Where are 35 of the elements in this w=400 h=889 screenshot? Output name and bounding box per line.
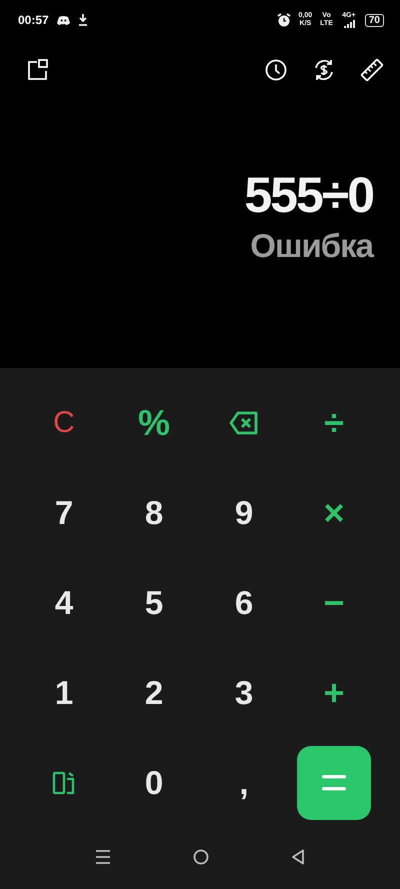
digit-key[interactable]: 0 bbox=[136, 760, 172, 806]
equals-icon bbox=[321, 774, 347, 792]
operator-key[interactable]: ÷ bbox=[316, 398, 352, 448]
back-icon[interactable] bbox=[291, 848, 305, 864]
backspace-icon bbox=[229, 410, 259, 436]
digit-key[interactable]: 8 bbox=[136, 490, 172, 536]
history-icon[interactable] bbox=[264, 58, 288, 82]
chat-app-icon bbox=[56, 15, 70, 25]
result-text: Ошибка bbox=[250, 226, 373, 266]
window-icon[interactable] bbox=[26, 58, 50, 82]
digit-key[interactable]: 2 bbox=[136, 670, 172, 716]
clear-key[interactable]: C bbox=[45, 402, 83, 444]
home-icon[interactable] bbox=[193, 848, 209, 864]
digit-key[interactable]: 1 bbox=[46, 670, 82, 716]
operator-key[interactable]: − bbox=[315, 578, 353, 628]
ruler-icon[interactable] bbox=[360, 58, 384, 82]
menu-icon[interactable] bbox=[95, 848, 111, 864]
battery-level: 70 bbox=[364, 14, 384, 26]
digit-key[interactable]: 6 bbox=[226, 580, 262, 626]
digit-key[interactable]: 5 bbox=[136, 580, 172, 626]
operator-key[interactable]: + bbox=[315, 668, 353, 718]
alarm-icon bbox=[276, 13, 291, 27]
digit-key[interactable]: 7 bbox=[46, 490, 82, 536]
digit-key[interactable]: , bbox=[231, 760, 257, 806]
operator-key[interactable]: × bbox=[315, 488, 353, 538]
rotate-icon bbox=[52, 771, 76, 795]
digit-key[interactable]: 4 bbox=[46, 580, 82, 626]
currency-icon[interactable] bbox=[312, 58, 336, 82]
equals-button[interactable] bbox=[297, 746, 371, 820]
clock-time: 00:57 bbox=[18, 13, 49, 27]
operator-key[interactable]: % bbox=[130, 398, 178, 448]
download-icon bbox=[78, 14, 88, 26]
digit-key[interactable]: 9 bbox=[226, 490, 262, 536]
digit-key[interactable]: 3 bbox=[226, 670, 262, 716]
expression-text: 555÷0 bbox=[244, 166, 373, 225]
